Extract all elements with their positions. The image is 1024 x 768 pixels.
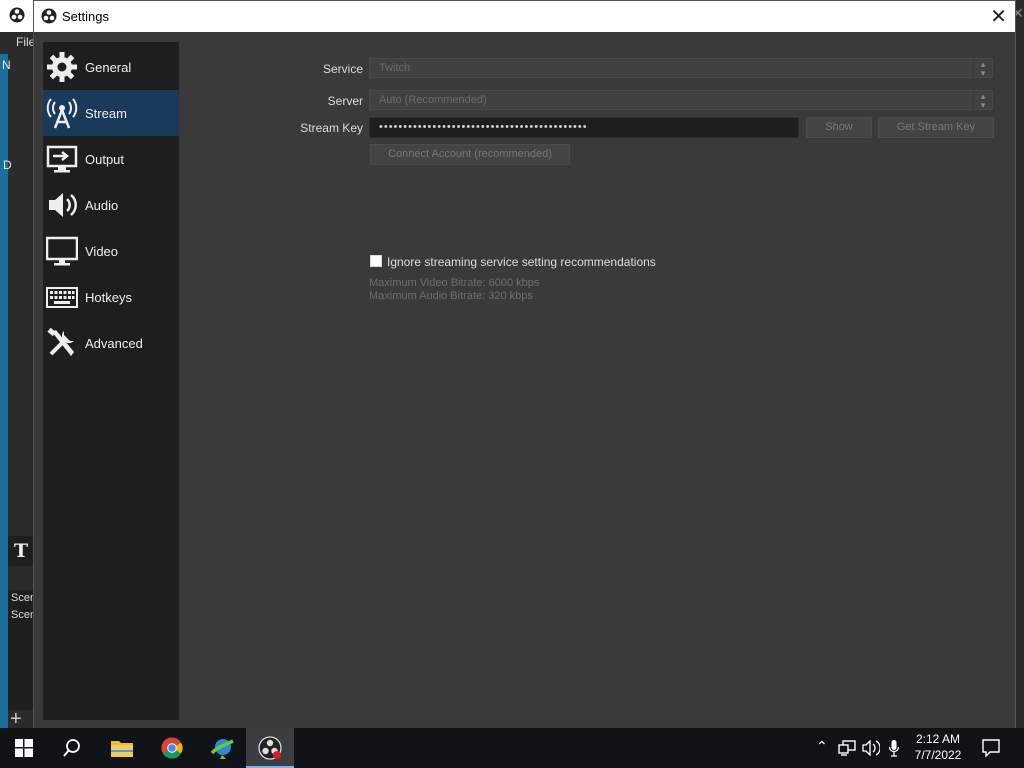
sidebar-item-video[interactable]: Video [43,228,179,274]
scene-item[interactable]: Scene [8,607,42,624]
gear-icon [47,52,77,82]
download-manager-icon [210,739,234,759]
settings-sidebar: General Stream Output Audio Video Hotkey… [43,42,179,720]
ignore-recommendations-checkbox[interactable] [370,255,382,267]
chrome-button[interactable] [148,728,196,768]
get-stream-key-button[interactable]: Get Stream Key [878,117,994,138]
keyboard-icon [46,287,78,308]
tools-icon [47,327,74,356]
clock-date: 7/7/2022 [914,748,962,762]
server-value: Auto (Recommended) [379,94,487,106]
notification-icon[interactable] [982,739,1000,757]
bg-side-letter-n: N [2,58,11,72]
sidebar-item-label: Audio [85,198,119,213]
server-label: Server [327,94,363,108]
text-source-icon[interactable]: T [8,536,34,566]
file-explorer-icon [111,741,133,757]
ignore-recommendations-label[interactable]: Ignore streaming service setting recomme… [387,255,656,269]
output-monitor-icon [46,145,78,173]
updown-arrow-icon: ▴ ▾ [973,59,992,78]
max-audio-bitrate: Maximum Audio Bitrate: 320 kbps [369,290,533,302]
volume-icon[interactable] [862,740,880,756]
file-explorer-button[interactable] [98,728,146,768]
obs-main-titlebar [0,0,34,32]
obs-left-edge [0,54,8,728]
start-icon [15,739,33,757]
show-key-button[interactable]: Show [806,117,872,138]
sidebar-item-label: Video [85,244,119,259]
service-label: Service [322,62,363,76]
download-manager-button[interactable] [198,728,246,768]
close-icon[interactable]: ✕ [990,4,1007,29]
settings-title: Settings [62,9,109,24]
sidebar-item-label: Hotkeys [85,290,132,305]
updown-arrow-icon: ▴ ▾ [973,91,992,110]
obs-icon [258,736,282,760]
sidebar-item-output[interactable]: Output [43,136,179,182]
scenes-panel: Scene Scene [8,590,42,710]
bg-side-letter-d: D [3,158,12,172]
search-icon [63,739,80,757]
sidebar-item-advanced[interactable]: Advanced [43,320,179,366]
sidebar-item-general[interactable]: General [43,44,179,90]
connect-account-button[interactable]: Connect Account (recommended) [370,144,570,165]
service-value: Twitch [379,62,411,74]
clock-time: 2:12 AM [915,732,961,746]
sidebar-item-stream[interactable]: Stream [43,90,179,136]
speaker-icon [49,193,77,217]
start-button[interactable] [0,728,48,768]
microphone-icon[interactable] [888,739,900,757]
broadcast-tower-icon [46,98,78,129]
stream-settings-panel: Service Twitch ▴ ▾ Server Auto (Recommend… [187,42,1007,722]
sidebar-item-label: Stream [85,106,127,121]
chrome-icon [161,737,183,759]
obs-logo-icon [9,7,25,23]
obs-taskbar-button[interactable] [246,728,294,768]
system-tray: ⌃ [812,728,908,768]
max-video-bitrate: Maximum Video Bitrate: 6000 kbps [369,277,540,289]
monitor-icon [46,236,78,266]
obs-logo-icon [41,8,57,24]
scene-item[interactable]: Scene [8,590,42,607]
sidebar-item-label: Advanced [85,336,143,351]
sidebar-item-audio[interactable]: Audio [43,182,179,228]
settings-dialog: Settings ✕ General Stream Output Audio V… [33,0,1016,730]
server-select[interactable]: Auto (Recommended) ▴ ▾ [369,90,993,110]
service-select[interactable]: Twitch ▴ ▾ [369,58,993,78]
search-button[interactable] [48,728,96,768]
sidebar-item-label: General [85,60,132,75]
sidebar-item-label: Output [85,152,125,167]
network-icon[interactable] [838,740,856,756]
stream-key-label: Stream Key [300,121,363,135]
settings-titlebar: Settings ✕ [34,1,1015,32]
stream-key-input[interactable]: ••••••••••••••••••••••••••••••••••••••••… [369,117,799,138]
sidebar-item-hotkeys[interactable]: Hotkeys [43,274,179,320]
clock[interactable]: 2:12 AM 7/7/2022 [908,731,968,763]
chevron-up-icon[interactable]: ⌃ [816,738,828,755]
windows-taskbar: ⌃ 2:12 AM 7/7/2022 [0,728,1024,768]
